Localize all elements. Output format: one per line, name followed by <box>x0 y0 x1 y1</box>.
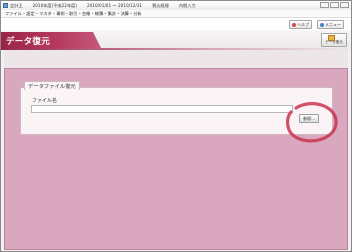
menu-bar: ファイル • 設定 • マスタ • 事例 • 取引 • 台帳 • 帳簿 • 集計 • 決算 • 分… <box>1 10 351 18</box>
close-button[interactable] <box>340 2 349 8</box>
highlight-ring <box>286 102 338 143</box>
menu-analysis[interactable]: 分析 <box>133 11 141 17</box>
menu-books[interactable]: 帳簿 <box>95 11 103 17</box>
app-name: 会計王 <box>10 2 23 8</box>
menu-settings[interactable]: 設定 <box>26 11 34 17</box>
menu-icon <box>320 22 324 27</box>
content-top-band <box>4 50 348 68</box>
app-icon <box>3 3 8 8</box>
help-icon <box>292 22 296 27</box>
minimize-button[interactable] <box>320 2 329 8</box>
help-button[interactable]: ヘルプ <box>289 20 312 29</box>
restore-icon <box>328 35 335 41</box>
window-controls <box>320 2 349 8</box>
input-mode: 内税入力 <box>178 2 196 8</box>
menu-master[interactable]: マスタ <box>39 11 52 17</box>
help-label: ヘルプ <box>297 21 309 27</box>
toolbar: ヘルプ メニュー <box>1 18 351 30</box>
menu-button[interactable]: メニュー <box>317 20 344 29</box>
restore-data-button[interactable]: データ復元 <box>321 33 347 47</box>
tax-mode: 税込経理 <box>152 2 169 8</box>
fiscal-period: 2010年度(平成22年度) <box>32 2 77 8</box>
app-window: 会計王 2010年度(平成22年度) 2010/01/01 ～ 2010/12/… <box>0 0 352 252</box>
page-title: データ復元 <box>1 32 101 48</box>
maximize-button[interactable] <box>330 2 339 8</box>
page-header: データ復元 データ復元 <box>1 30 351 50</box>
menu-examples[interactable]: 事例 <box>56 11 64 17</box>
file-name-label: ファイル名 <box>32 98 58 104</box>
date-range: 2010/01/01 ～ 2010/12/31 <box>86 2 143 8</box>
menu-transactions[interactable]: 取引 <box>69 11 77 17</box>
menu-totals[interactable]: 集計 <box>108 11 116 17</box>
menu-closing[interactable]: 決算 <box>121 11 129 17</box>
title-bar: 会計王 2010年度(平成22年度) 2010/01/01 ～ 2010/12/… <box>1 1 351 10</box>
menu-label: メニュー <box>325 21 341 27</box>
group-title: データファイル復元 <box>24 81 80 90</box>
file-name-input[interactable] <box>31 105 293 113</box>
menu-file[interactable]: ファイル <box>5 11 22 17</box>
menu-ledger[interactable]: 台帳 <box>82 11 90 17</box>
